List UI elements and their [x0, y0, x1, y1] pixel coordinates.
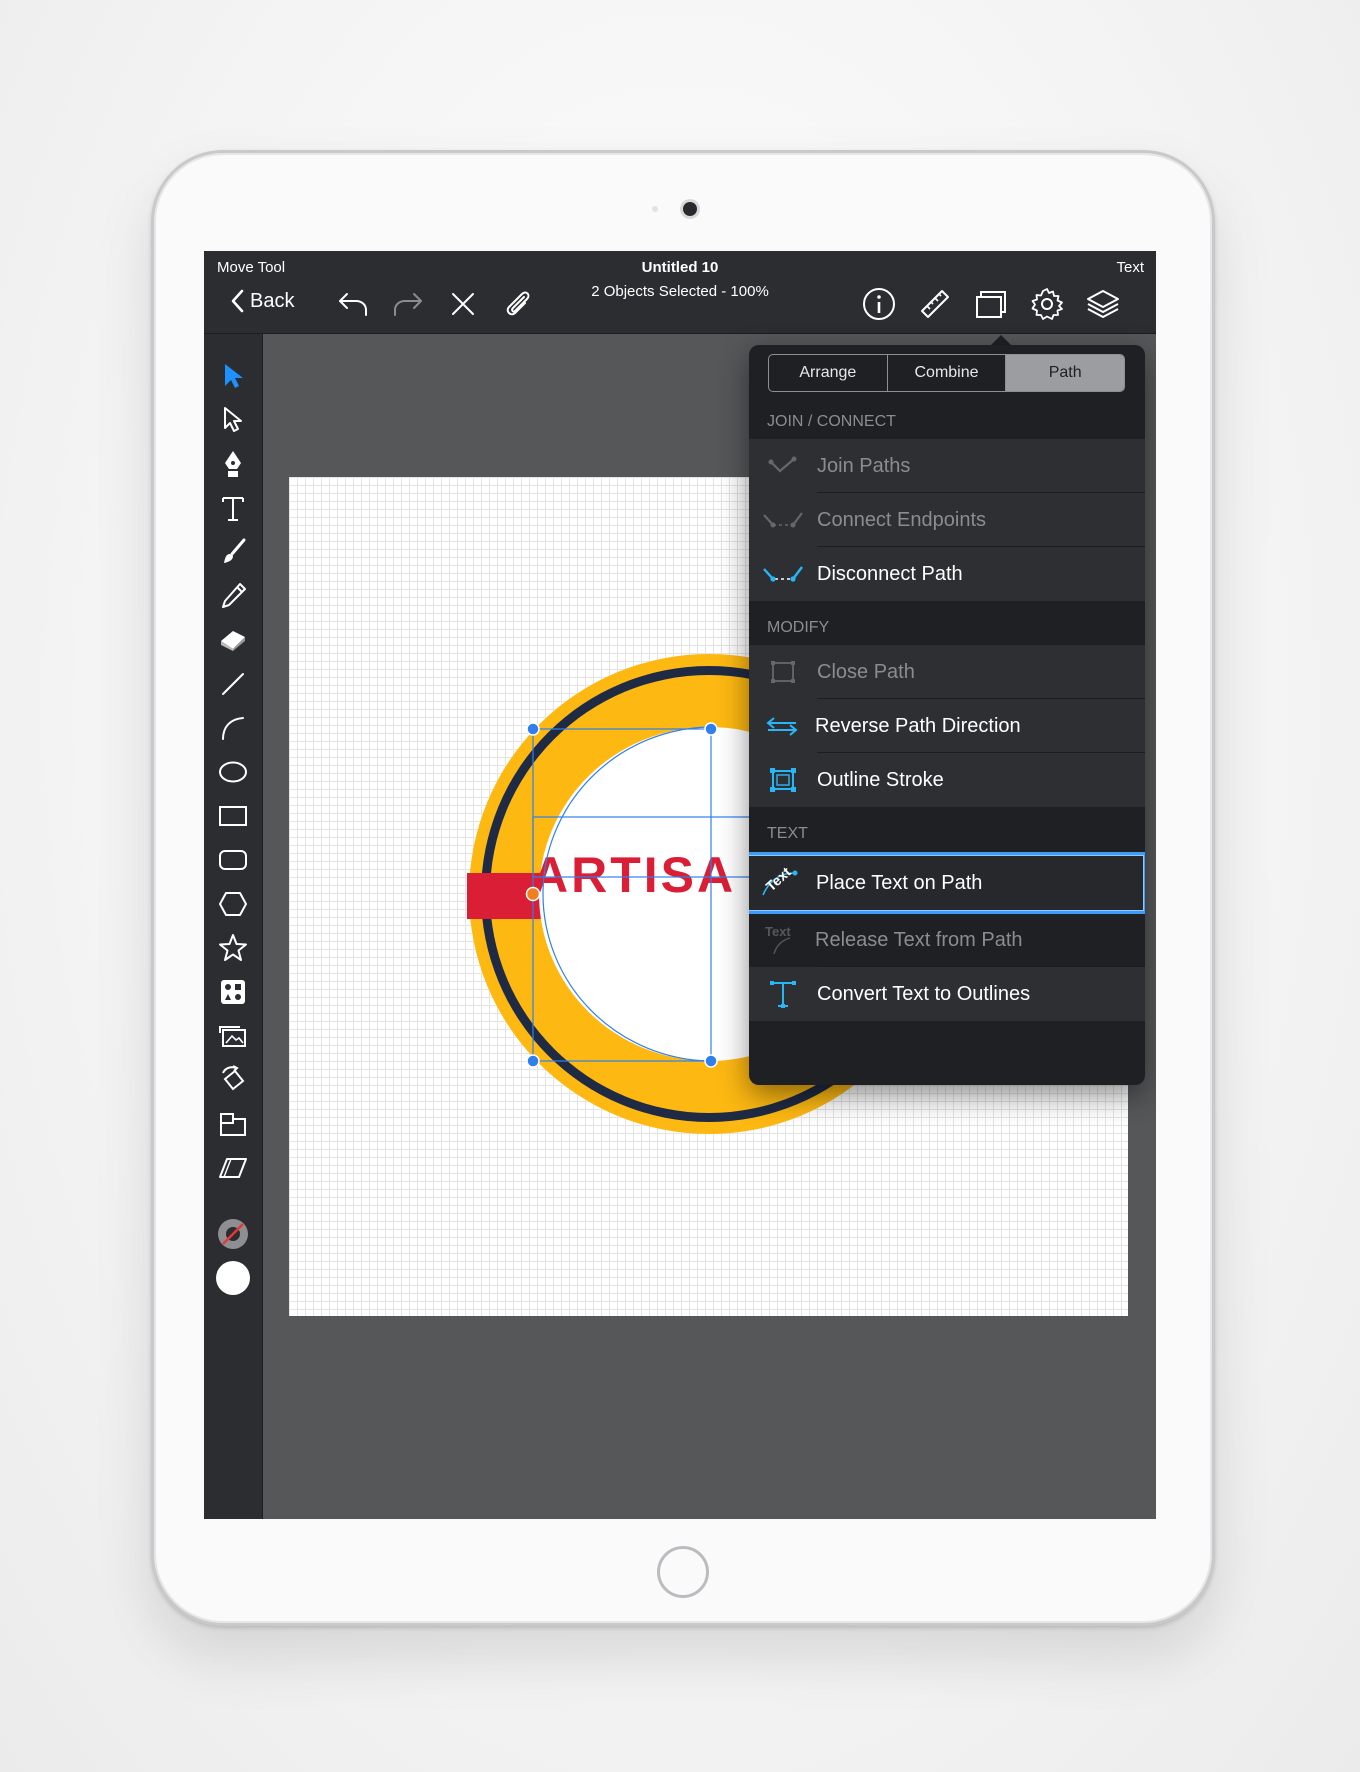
text-on-path-icon: Text — [762, 867, 798, 896]
gear-icon[interactable] — [1028, 285, 1066, 323]
ruler-icon[interactable] — [916, 285, 954, 323]
menu-label: Place Text on Path — [816, 871, 983, 894]
pen-icon[interactable] — [213, 444, 253, 484]
menu-label: Close Path — [817, 660, 915, 683]
close-path-icon — [771, 661, 795, 683]
info-icon[interactable] — [860, 285, 898, 323]
direct-select-icon[interactable] — [213, 400, 253, 440]
back-button[interactable]: Back — [230, 289, 294, 313]
skew-icon[interactable] — [213, 1148, 253, 1188]
tab-path[interactable]: Path — [1006, 355, 1124, 391]
outline-stroke-icon — [770, 768, 796, 792]
menu-item-disconnect-path[interactable]: Disconnect Path — [749, 547, 1145, 601]
menu-label: Outline Stroke — [817, 768, 944, 791]
layers-icon[interactable] — [1084, 285, 1122, 323]
menu-item-join-paths[interactable]: Join Paths — [749, 439, 1145, 493]
menu-label: Connect Endpoints — [817, 508, 987, 531]
fill-color-icon[interactable] — [213, 1258, 253, 1298]
menu-label: Reverse Path Direction — [815, 714, 1021, 737]
top-bar: Move Tool Untitled 10 2 Objects Selected… — [204, 251, 1156, 334]
svg-text:Text: Text — [765, 924, 791, 939]
selection-handle — [704, 722, 718, 736]
selection-handle — [526, 722, 540, 736]
disconnect-path-icon — [763, 566, 803, 582]
menu-label: Release Text from Path — [815, 928, 1023, 951]
rectangle-icon[interactable] — [213, 796, 253, 836]
rounded-rect-icon[interactable] — [213, 840, 253, 880]
section-header-text: TEXT — [767, 825, 808, 842]
popover-tabs: Arrange Combine Path — [768, 354, 1125, 392]
paperclip-icon[interactable] — [499, 285, 537, 323]
ipad-sensor — [652, 206, 658, 212]
redo-icon[interactable] — [389, 285, 427, 323]
release-text-icon: Text — [765, 924, 791, 955]
svg-text:Text: Text — [763, 867, 795, 894]
ellipse-icon[interactable] — [213, 752, 253, 792]
rotate-icon[interactable] — [213, 1060, 253, 1100]
hexagon-icon[interactable] — [213, 884, 253, 924]
home-button[interactable] — [657, 1546, 709, 1598]
app-screen: Move Tool Untitled 10 2 Objects Selected… — [204, 251, 1156, 1519]
menu-item-outline-stroke[interactable]: Outline Stroke — [749, 753, 1145, 807]
document-title: Untitled 10 — [641, 259, 719, 276]
close-icon[interactable] — [444, 285, 482, 323]
back-label: Back — [250, 289, 295, 312]
menu-item-convert-text-to-outlines[interactable]: Convert Text to Outlines — [749, 967, 1145, 1021]
menu-item-reverse-path-direction[interactable]: Reverse Path Direction — [749, 699, 1145, 753]
section-header-join: JOIN / CONNECT — [767, 413, 896, 430]
scale-icon[interactable] — [213, 1104, 253, 1144]
path-operations-popover: Arrange Combine Path JOIN / CONNECT Join… — [749, 345, 1145, 1085]
text-tool-icon[interactable] — [213, 488, 253, 528]
eraser-icon[interactable] — [213, 620, 253, 660]
tab-combine[interactable]: Combine — [888, 355, 1007, 391]
menu-label: Join Paths — [817, 454, 911, 477]
anchor-handle — [525, 886, 541, 902]
ipad-camera — [683, 202, 697, 216]
symbols-icon[interactable] — [213, 972, 253, 1012]
selection-handle — [704, 1054, 718, 1068]
reverse-direction-icon — [766, 717, 798, 736]
undo-icon[interactable] — [334, 285, 372, 323]
select-arrow-icon[interactable] — [213, 356, 253, 396]
menu-item-connect-endpoints[interactable]: Connect Endpoints — [749, 493, 1145, 547]
stroke-color-icon[interactable] — [213, 1214, 253, 1254]
menu-item-release-text-from-path[interactable]: Text Release Text from Path — [749, 913, 1145, 967]
join-paths-icon — [768, 456, 797, 473]
menu-label: Convert Text to Outlines — [817, 982, 1031, 1005]
image-icon[interactable] — [213, 1016, 253, 1056]
context-label: Text — [1116, 259, 1144, 276]
pencil-icon[interactable] — [213, 576, 253, 616]
chevron-left-icon — [231, 289, 244, 313]
tab-arrange[interactable]: Arrange — [769, 355, 888, 391]
logo-text: ARTISA — [532, 847, 736, 903]
selection-handle — [526, 1054, 540, 1068]
star-icon[interactable] — [213, 928, 253, 968]
menu-label: Disconnect Path — [817, 562, 963, 585]
tools-sidebar — [204, 334, 263, 1519]
menu-item-close-path[interactable]: Close Path — [749, 645, 1145, 699]
connect-endpoints-icon — [763, 512, 803, 528]
arrange-icon[interactable] — [972, 285, 1010, 323]
section-header-modify: MODIFY — [767, 619, 830, 636]
arc-icon[interactable] — [213, 708, 253, 748]
menu-item-place-text-on-path[interactable]: Text Place Text on Path — [749, 852, 1145, 914]
brush-icon[interactable] — [213, 532, 253, 572]
line-icon[interactable] — [213, 664, 253, 704]
convert-outlines-icon — [770, 981, 796, 1008]
